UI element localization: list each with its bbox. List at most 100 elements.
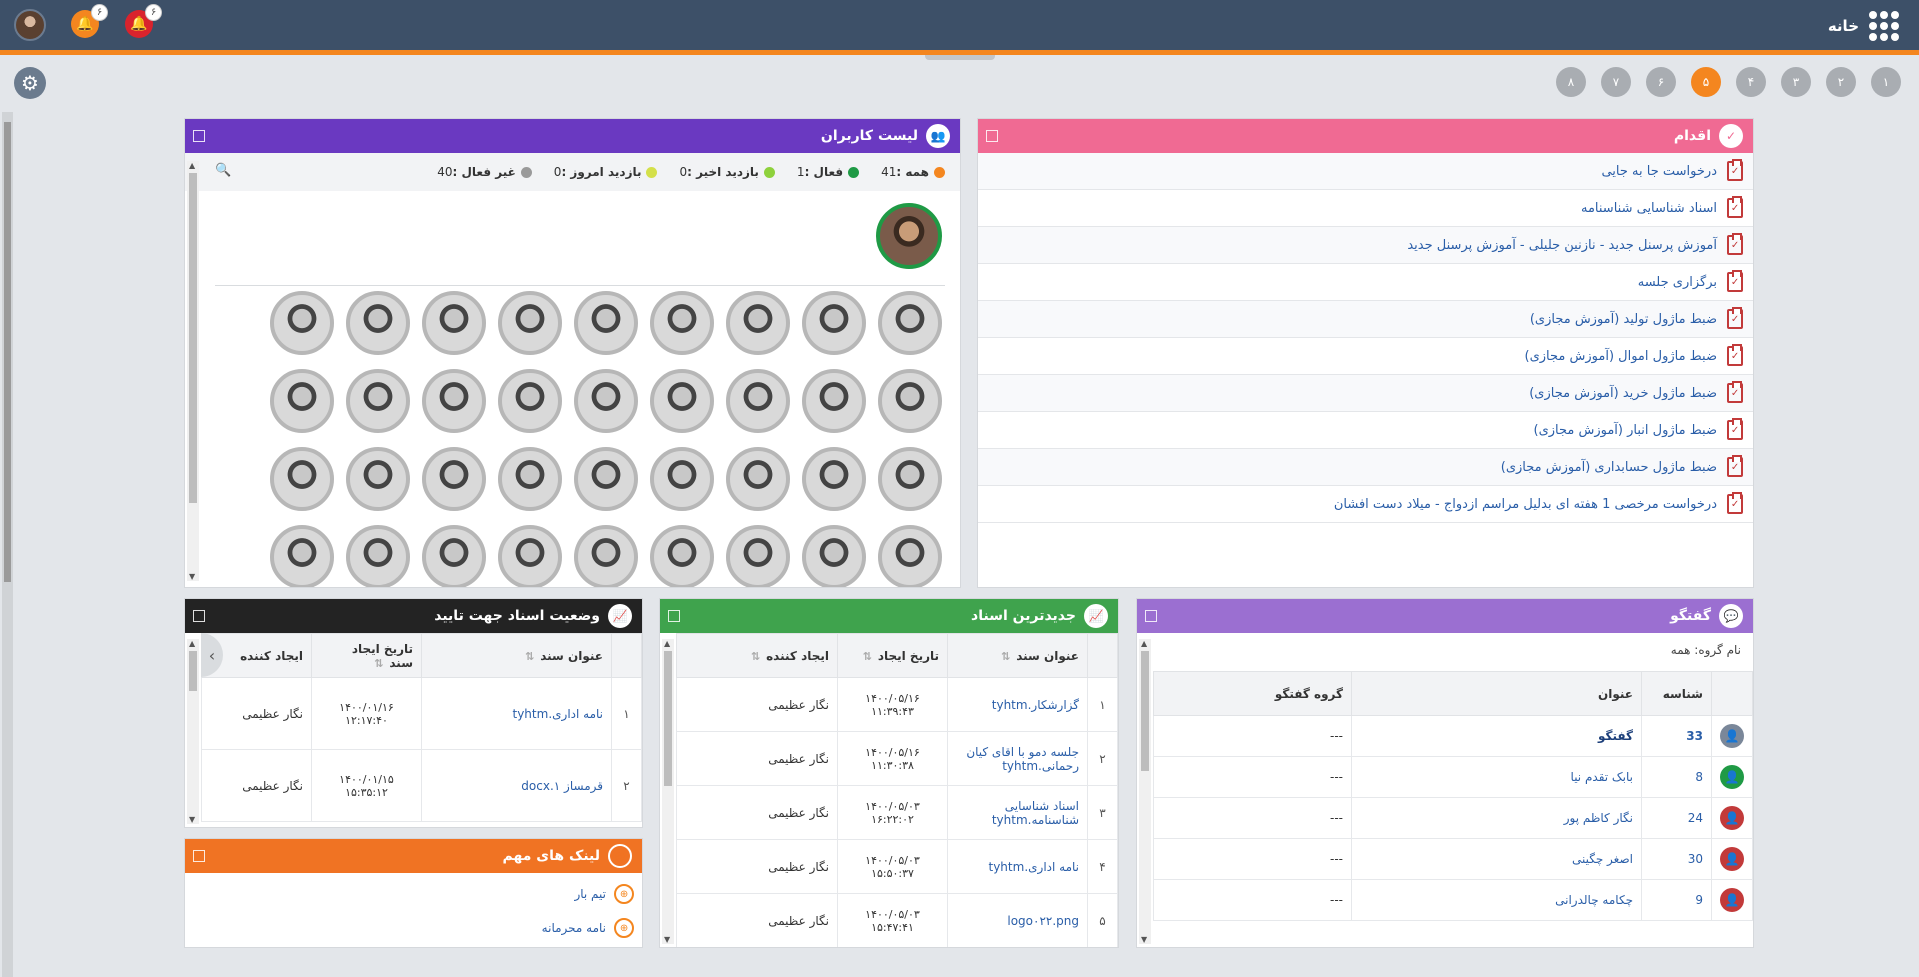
chat-column-id[interactable]: شناسه: [1641, 671, 1712, 716]
user-avatar[interactable]: [574, 291, 638, 355]
latest-column-title[interactable]: عنوان سند⇅: [947, 633, 1088, 678]
table-row[interactable]: 👤 33 گفتگو ---: [1153, 715, 1753, 757]
user-filter[interactable]: بازدید اخیر :0: [679, 165, 775, 179]
user-avatar[interactable]: [650, 369, 714, 433]
table-row[interactable]: ۱ گزارشکار.tyhtm ۱۴۰۰/۰۵/۱۶ ۱۱:۳۹:۴۳ نگار ع…: [676, 677, 1118, 732]
home-button[interactable]: خانه: [1828, 11, 1899, 41]
user-avatar[interactable]: [498, 291, 562, 355]
user-avatar[interactable]: [726, 291, 790, 355]
action-item[interactable]: ✓ درخواست مرخصی 1 هفته ای بدلیل مراسم ازد…: [978, 486, 1753, 523]
user-avatar[interactable]: [422, 525, 486, 587]
table-row[interactable]: ۲ جلسه دمو با اقای کیان رحمانی.tyhtm ۱۴۰۰/…: [676, 731, 1118, 786]
user-avatar[interactable]: [574, 525, 638, 587]
user-avatar[interactable]: [726, 447, 790, 511]
latest-scrollbar[interactable]: ▲ ▼: [662, 639, 674, 944]
user-avatar[interactable]: [802, 525, 866, 587]
doc-title-link[interactable]: جلسه دمو با اقای کیان رحمانی.tyhtm: [947, 731, 1088, 786]
table-row[interactable]: ۵ logo۰۲۲.png ۱۴۰۰/۰۵/۰۳ ۱۵:۴۷:۴۱ نگار عظیم…: [676, 893, 1118, 947]
page-button[interactable]: ۵: [1691, 67, 1721, 97]
table-row[interactable]: ۳ اسناد شناسایی شناسنامه.tyhtm ۱۴۰۰/۰۵/۰۳ …: [676, 785, 1118, 840]
maximize-icon[interactable]: [193, 130, 205, 142]
doc-title-link[interactable]: logo۰۲۲.png: [947, 893, 1088, 947]
table-row[interactable]: 👤 8 بابک تقدم نیا ---: [1153, 756, 1753, 798]
doc-title-link[interactable]: گزارشکار.tyhtm: [947, 677, 1088, 732]
user-avatar[interactable]: [878, 525, 942, 587]
chat-scrollbar[interactable]: ▲ ▼: [1139, 639, 1151, 944]
user-avatar[interactable]: [650, 447, 714, 511]
page-button[interactable]: ۲: [1826, 67, 1856, 97]
user-avatar[interactable]: [270, 291, 334, 355]
table-row[interactable]: ۱ نامه اداری.tyhtm ۱۴۰۰/۰۱/۱۶ ۱۲:۱۷:۴۰ نگار…: [201, 677, 642, 750]
alert-bell-icon[interactable]: 🔔 ۶: [125, 4, 162, 38]
user-avatar[interactable]: [574, 447, 638, 511]
user-avatar[interactable]: [726, 369, 790, 433]
table-row[interactable]: ۴ نامه اداری.tyhtm ۱۴۰۰/۰۵/۰۳ ۱۵:۵۰:۳۷ نگار…: [676, 839, 1118, 894]
notification-bell-icon[interactable]: 🔔 ۶: [71, 4, 108, 38]
user-avatar[interactable]: [498, 447, 562, 511]
table-row[interactable]: 👤 24 نگار کاظم پور ---: [1153, 797, 1753, 839]
action-item[interactable]: ✓ ضبط ماژول اموال (آموزش مجازی): [978, 338, 1753, 375]
user-avatar[interactable]: [346, 291, 410, 355]
chat-column-title[interactable]: عنوان: [1351, 671, 1642, 716]
status-column-date[interactable]: تاریخ ایجاد سند⇅: [311, 633, 422, 678]
important-link[interactable]: ⊕ تیم بار: [185, 877, 642, 911]
status-scrollbar[interactable]: ▲ ▼: [187, 639, 199, 824]
user-avatar[interactable]: [650, 525, 714, 587]
user-avatar[interactable]: [270, 369, 334, 433]
table-row[interactable]: ۲ قرمساز ۱.docx ۱۴۰۰/۰۱/۱۵ ۱۵:۳۵:۱۲ نگار عظ…: [201, 749, 642, 822]
user-filter[interactable]: همه :41: [881, 165, 945, 179]
user-avatar[interactable]: [422, 369, 486, 433]
user-avatar[interactable]: [878, 447, 942, 511]
user-avatar[interactable]: [726, 525, 790, 587]
user-avatar[interactable]: [422, 447, 486, 511]
page-button[interactable]: ۴: [1736, 67, 1766, 97]
table-row[interactable]: 👤 9 چکامه چالدرانی ---: [1153, 879, 1753, 921]
action-item[interactable]: ✓ برگزاری جلسه: [978, 264, 1753, 301]
doc-title-link[interactable]: نامه اداری.tyhtm: [421, 677, 612, 750]
doc-title-link[interactable]: اسناد شناسایی شناسنامه.tyhtm: [947, 785, 1088, 840]
user-avatar[interactable]: [346, 525, 410, 587]
page-scrollbar[interactable]: [2, 112, 13, 977]
latest-column-date[interactable]: تاریخ ایجاد⇅: [837, 633, 948, 678]
user-avatar[interactable]: [346, 447, 410, 511]
user-avatar[interactable]: [650, 291, 714, 355]
doc-title-link[interactable]: قرمساز ۱.docx: [421, 749, 612, 822]
chat-column-group[interactable]: گروه گفتگو: [1153, 671, 1352, 716]
topbar-collapse-handle[interactable]: [925, 55, 995, 60]
action-item[interactable]: ✓ ضبط ماژول تولید (آموزش مجازی): [978, 301, 1753, 338]
status-column-title[interactable]: عنوان سند⇅: [421, 633, 612, 678]
maximize-icon[interactable]: [193, 610, 205, 622]
user-avatar[interactable]: [574, 369, 638, 433]
user-avatar[interactable]: [498, 525, 562, 587]
maximize-icon[interactable]: [668, 610, 680, 622]
action-item[interactable]: ✓ ضبط ماژول خرید (آموزش مجازی): [978, 375, 1753, 412]
user-avatar[interactable]: [878, 291, 942, 355]
user-avatar[interactable]: [802, 291, 866, 355]
action-item[interactable]: ✓ ضبط ماژول حسابداری (آموزش مجازی): [978, 449, 1753, 486]
user-avatar[interactable]: [346, 369, 410, 433]
user-filter[interactable]: فعال :1: [797, 165, 860, 179]
page-button[interactable]: ۷: [1601, 67, 1631, 97]
maximize-icon[interactable]: [1145, 610, 1157, 622]
action-item[interactable]: ✓ اسناد شناسایی شناسنامه: [978, 190, 1753, 227]
user-avatar[interactable]: [422, 291, 486, 355]
user-avatar[interactable]: [802, 447, 866, 511]
user-avatar[interactable]: [498, 369, 562, 433]
user-avatar[interactable]: [270, 525, 334, 587]
user-avatar[interactable]: [14, 9, 46, 41]
settings-gear-icon[interactable]: ⚙: [14, 67, 46, 99]
table-row[interactable]: 👤 30 اصغر چگینی ---: [1153, 838, 1753, 880]
user-filter[interactable]: غیر فعال :40: [437, 165, 532, 179]
page-button[interactable]: ۳: [1781, 67, 1811, 97]
user-filter[interactable]: بازدید امروز :0: [554, 165, 658, 179]
maximize-icon[interactable]: [986, 130, 998, 142]
latest-column-creator[interactable]: ایجاد کننده⇅: [676, 633, 838, 678]
action-item[interactable]: ✓ درخواست جا به جایی: [978, 153, 1753, 190]
important-link[interactable]: ⊕ نامه محرمانه: [185, 911, 642, 945]
users-scrollbar[interactable]: ▲ ▼: [187, 161, 199, 581]
current-user-avatar[interactable]: [876, 203, 942, 269]
user-avatar[interactable]: [878, 369, 942, 433]
action-item[interactable]: ✓ آموزش پرسنل جدید - نازنین جلیلی - آموزش…: [978, 227, 1753, 264]
search-icon[interactable]: 🔍: [215, 163, 231, 178]
maximize-icon[interactable]: [193, 850, 205, 862]
